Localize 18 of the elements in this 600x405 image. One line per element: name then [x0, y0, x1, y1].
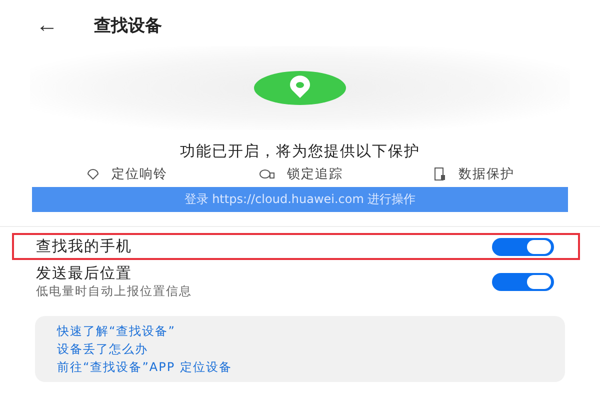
setting-title: 发送最后位置 [36, 264, 133, 283]
page-title: 查找设备 [94, 14, 162, 36]
location-icon [86, 168, 100, 180]
feature-label: 数据保护 [458, 166, 514, 183]
feature-label: 定位响铃 [112, 166, 168, 183]
help-link[interactable]: 前往“查找设备”APP 定位设备 [57, 358, 543, 376]
feature-label: 锁定追踪 [286, 166, 343, 183]
help-link[interactable]: 设备丢了怎么办 [57, 340, 543, 358]
status-message: 功能已开启，将为您提供以下保护 [179, 142, 421, 161]
login-link-banner[interactable]: 登录 https://cloud.huawei.com 进行操作 [32, 187, 568, 212]
toggle-switch[interactable] [492, 238, 554, 256]
back-button[interactable]: ← [36, 14, 58, 36]
phone-icon [434, 167, 446, 181]
toggle-switch[interactable] [492, 273, 554, 291]
setting-title: 查找我的手机 [36, 237, 132, 256]
setting-subtitle: 低电量时自动上报位置信息 [36, 283, 192, 300]
help-link[interactable]: 快速了解“查找设备” [57, 322, 543, 340]
location-pin-icon [254, 71, 346, 105]
